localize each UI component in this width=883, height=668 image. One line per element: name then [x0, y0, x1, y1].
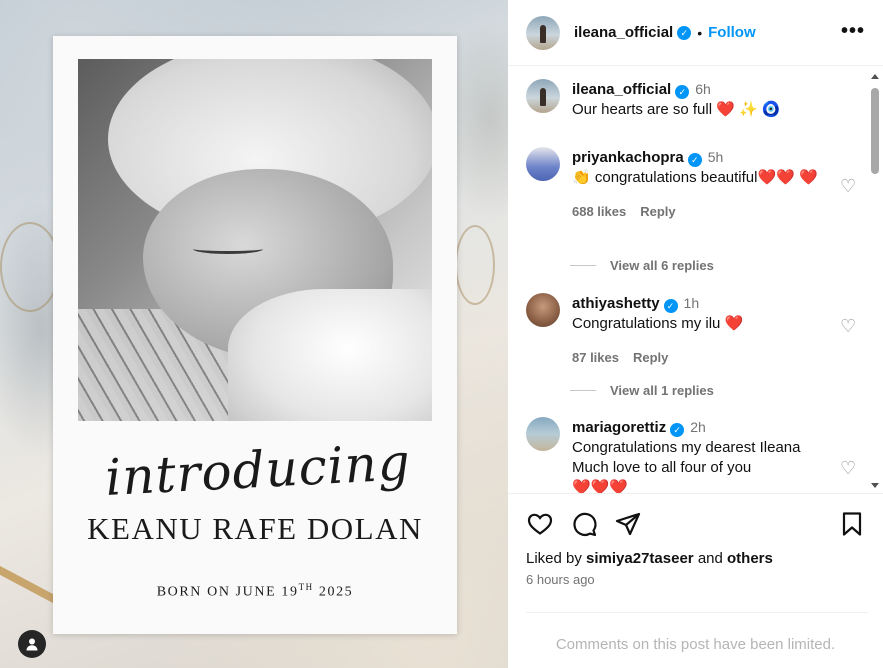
replies-divider	[570, 390, 596, 391]
comment-prefix-emoji: 👏	[572, 169, 591, 186]
announcement-card: introducing KEANU RAFE DOLAN BORN ON JUN…	[53, 36, 457, 634]
baby-photo	[78, 59, 432, 421]
post-timestamp[interactable]: 6 hours ago	[526, 572, 595, 587]
comment-text: Congratulations my ilu	[572, 315, 721, 332]
bookmark-icon[interactable]	[838, 510, 866, 538]
more-horizontal-icon[interactable]: •••	[841, 21, 865, 41]
view-replies-label: View all 6 replies	[610, 258, 714, 273]
scroll-down-arrow-icon[interactable]	[871, 483, 879, 488]
comment-time[interactable]: 2h	[690, 419, 706, 435]
comments-list[interactable]: ileana_official ✓ 6h Our hearts are so ful…	[508, 67, 883, 494]
comment-emojis: ❤️❤️❤️	[572, 479, 629, 494]
avatar-figure	[540, 88, 546, 106]
post-header: ileana_official ✓ • Follow •••	[508, 0, 883, 66]
verified-icon: ✓	[687, 153, 702, 167]
tagged-users-button[interactable]	[18, 630, 46, 658]
comment-username[interactable]: mariagorettiz	[572, 419, 666, 436]
comments-scrollbar[interactable]	[870, 72, 880, 490]
post-media[interactable]: introducing KEANU RAFE DOLAN BORN ON JUN…	[0, 0, 508, 668]
scroll-up-arrow-icon[interactable]	[871, 74, 879, 79]
user-icon	[26, 638, 38, 651]
comment-text-line1: Congratulations my dearest Ileana	[572, 439, 801, 456]
caption: ileana_official ✓ 6h Our hearts are so ful…	[526, 79, 846, 120]
separator-dot: •	[697, 24, 703, 41]
decor-wire	[455, 225, 495, 305]
avatar[interactable]	[526, 79, 560, 113]
reply-button[interactable]: Reply	[640, 204, 675, 219]
verified-icon: ✓	[663, 299, 678, 313]
comment-emojis: ❤️ ✨ 🧿	[716, 101, 781, 118]
comments-limited-notice: Comments on this post have been limited.	[555, 636, 836, 653]
verified-icon: ✓	[675, 85, 690, 99]
view-replies-label: View all 1 replies	[610, 383, 714, 398]
liked-by-prefix: Liked by	[526, 550, 582, 567]
share-icon[interactable]	[614, 510, 642, 538]
verified-icon: ✓	[670, 423, 685, 437]
birth-date-prefix: BORN ON JUNE 19	[156, 584, 299, 600]
baby-eye	[193, 244, 263, 254]
heart-icon[interactable]	[526, 510, 554, 538]
liked-by-and: and	[697, 550, 723, 567]
replies-divider	[570, 265, 596, 266]
decor-wire	[0, 222, 60, 312]
avatar-figure	[540, 24, 546, 43]
follow-button[interactable]: Follow	[708, 24, 756, 41]
birth-date-year: 2025	[318, 584, 354, 600]
comment-username[interactable]: priyankachopra	[572, 149, 684, 166]
header-username[interactable]: ileana_official	[574, 24, 673, 41]
avatar[interactable]	[526, 147, 560, 181]
comment: mariagorettiz ✓ 2h Congratulations my dear…	[526, 417, 856, 494]
reply-button[interactable]: Reply	[633, 350, 668, 365]
scrollbar-thumb[interactable]	[871, 88, 879, 174]
liked-by-others[interactable]: others	[727, 550, 773, 567]
divider	[526, 612, 868, 613]
liked-by: Liked by simiya27taseer and others	[526, 550, 773, 567]
heart-outline-icon[interactable]: ♡	[840, 459, 858, 477]
comment: athiyashetty ✓ 1h Congratulations my ilu ❤…	[526, 293, 856, 368]
comment-meta: 688 likes Reply	[572, 202, 846, 222]
view-replies-button[interactable]: View all 6 replies	[570, 258, 714, 273]
post-actions	[526, 510, 866, 538]
heart-outline-icon[interactable]: ♡	[840, 177, 858, 195]
comment: priyankachopra ✓ 5h 👏 congratulations beau…	[526, 147, 856, 222]
baby-name: KEANU RAFE DOLAN	[87, 511, 423, 546]
view-replies-button[interactable]: View all 1 replies	[570, 383, 714, 398]
comment-likes[interactable]: 87 likes	[572, 350, 619, 365]
comment-username[interactable]: ileana_official	[572, 81, 671, 98]
heart-outline-icon[interactable]: ♡	[840, 317, 858, 335]
comment-text: congratulations beautiful	[594, 169, 758, 186]
comment-time[interactable]: 6h	[695, 81, 711, 97]
comment-icon[interactable]	[570, 510, 598, 538]
avatar[interactable]	[526, 15, 560, 50]
comment-text: Our hearts are so full	[572, 101, 713, 118]
post-side-panel: ileana_official ✓ • Follow ••• ileana_of…	[508, 0, 883, 668]
comment-meta: 87 likes Reply	[572, 348, 846, 368]
birth-date-suffix: TH	[298, 582, 314, 592]
birth-date: BORN ON JUNE 19TH 2025	[53, 582, 457, 601]
comment-username[interactable]: athiyashetty	[572, 295, 660, 312]
liked-by-user[interactable]: simiya27taseer	[586, 550, 694, 567]
comment-time[interactable]: 1h	[684, 295, 700, 311]
comment-likes[interactable]: 688 likes	[572, 204, 626, 219]
avatar[interactable]	[526, 417, 560, 451]
comment-emojis: ❤️❤️ ❤️	[757, 169, 818, 186]
verified-icon: ✓	[677, 25, 692, 40]
comment-text-line2: Much love to all four of you	[572, 459, 752, 476]
intro-script-text: introducing	[103, 433, 413, 507]
comment-time[interactable]: 5h	[708, 149, 724, 165]
baby-blanket	[228, 289, 432, 421]
comment-emojis: ❤️	[724, 315, 744, 332]
avatar[interactable]	[526, 293, 560, 327]
